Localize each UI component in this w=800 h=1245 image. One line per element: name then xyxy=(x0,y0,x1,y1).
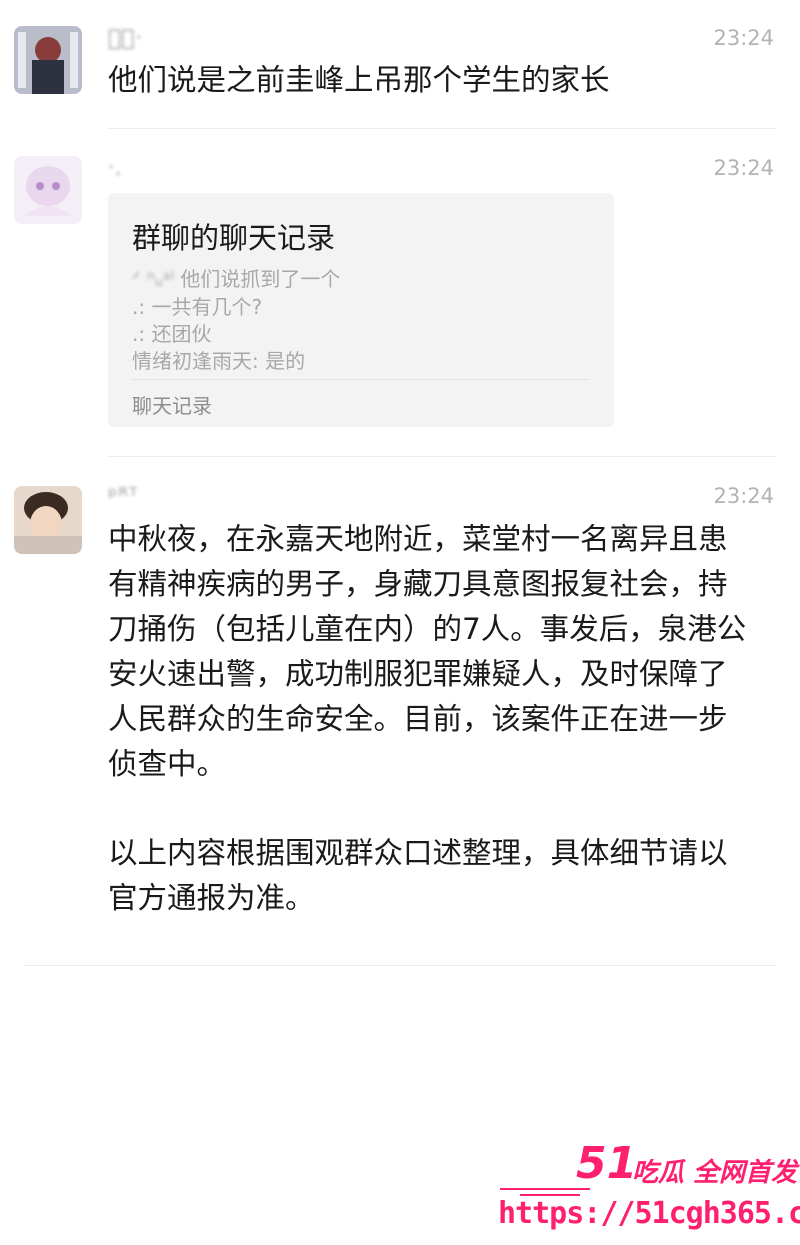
message-time: 23:24 xyxy=(713,484,774,508)
message-line: 有精神疾病的男子，身藏刀具意图报复社会，持 xyxy=(108,567,728,601)
message-line: 中秋夜，在永嘉天地附近，菜堂村一名离异且患 xyxy=(108,522,728,556)
message-line: 刀捅伤（包括儿童在内）的7人。事发后，泉港公 xyxy=(108,612,747,646)
watermark-line xyxy=(500,1188,590,1190)
message-line: 以上内容根据围观群众口述整理，具体细节请以 xyxy=(108,836,728,870)
watermark-number: 51 xyxy=(576,1138,638,1189)
message-line: 安火速出警，成功制服犯罪嫌疑人，及时保障了 xyxy=(108,657,728,691)
message-paragraph: 中秋夜，在永嘉天地附近，菜堂村一名离异且患 有精神疾病的男子，身藏刀具意图报复社… xyxy=(108,517,780,787)
divider xyxy=(24,965,776,966)
chat-message: ᵖᴿᵀ 23:24 中秋夜，在永嘉天地附近，菜堂村一名离异且患 有精神疾病的男子… xyxy=(0,0,800,970)
sender-name: ᵖᴿᵀ xyxy=(108,484,139,509)
message-paragraph: 以上内容根据围观群众口述整理，具体细节请以 官方通报为准。 xyxy=(108,831,780,921)
message-line: 侦查中。 xyxy=(108,747,227,781)
avatar[interactable] xyxy=(14,486,82,554)
message-line: 人民群众的生命安全。目前，该案件正在进一步 xyxy=(108,702,728,736)
watermark-label: 吃瓜 全网首发 xyxy=(632,1158,798,1188)
watermark-url: https://51cgh365.com xyxy=(498,1196,800,1231)
watermark-logo: 51 吃瓜 全网首发 xyxy=(566,1138,800,1189)
message-line: 官方通报为准。 xyxy=(108,881,315,915)
